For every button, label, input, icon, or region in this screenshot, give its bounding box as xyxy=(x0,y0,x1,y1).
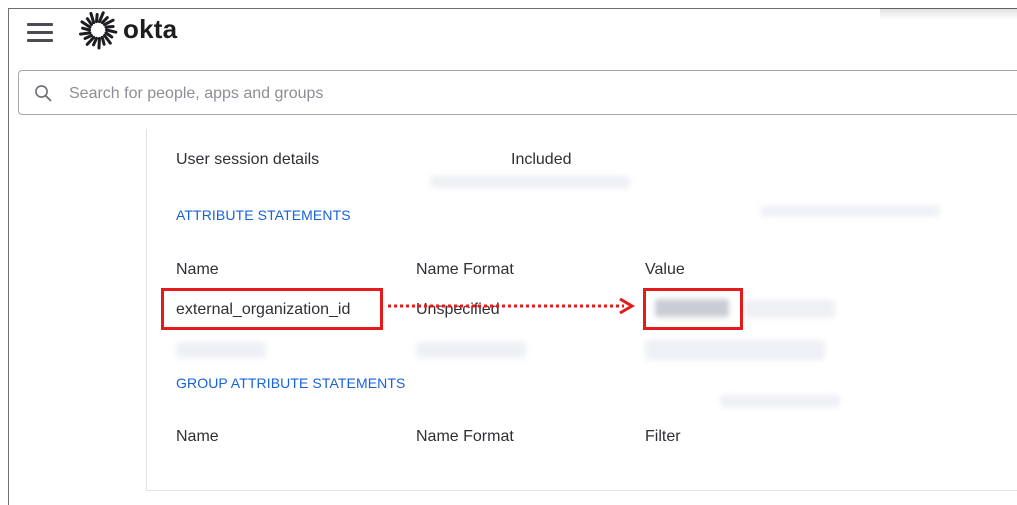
blurred-background xyxy=(745,300,835,318)
search-icon xyxy=(35,85,52,102)
group-attribute-statements-heading: GROUP ATTRIBUTE STATEMENTS xyxy=(176,375,406,391)
highlight-box-attribute-value xyxy=(643,288,743,330)
column-header-name: Name xyxy=(176,261,219,278)
column-header-value: Value xyxy=(645,261,685,278)
group-column-header-name-format: Name Format xyxy=(416,428,514,445)
dotted-arrow-icon xyxy=(388,297,635,315)
group-column-header-filter: Filter xyxy=(645,428,681,445)
session-details-value: Included xyxy=(511,151,572,168)
search-input[interactable] xyxy=(67,81,971,107)
hamburger-menu-icon[interactable] xyxy=(27,22,53,42)
okta-logo-text[interactable]: okta xyxy=(123,14,177,45)
column-header-name-format: Name Format xyxy=(416,261,514,278)
session-details-label: User session details xyxy=(176,151,320,168)
blurred-background xyxy=(430,176,630,188)
top-shadow xyxy=(880,8,1017,20)
blurred-background xyxy=(760,206,940,216)
okta-logo-icon xyxy=(78,10,118,50)
blurred-row-name xyxy=(176,342,266,358)
blurred-row-format xyxy=(416,342,526,358)
window-top-border xyxy=(8,8,1017,9)
global-search[interactable] xyxy=(18,70,1017,115)
highlight-box-attribute-name xyxy=(161,288,383,330)
blurred-background xyxy=(720,395,840,407)
group-column-header-name: Name xyxy=(176,428,219,445)
attribute-statements-heading: ATTRIBUTE STATEMENTS xyxy=(176,207,351,223)
blurred-row-value xyxy=(645,340,825,360)
window-left-border xyxy=(8,8,9,505)
